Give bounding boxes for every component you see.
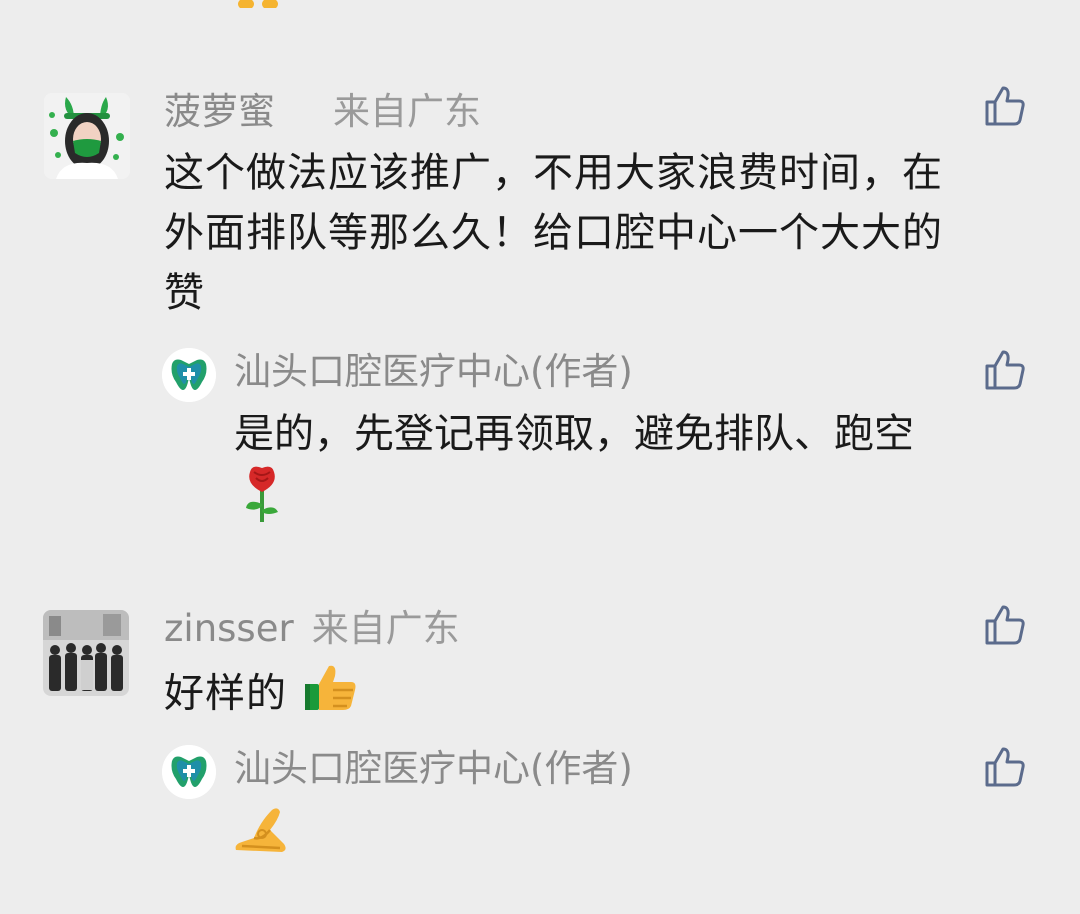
thumbs-up-outline-icon xyxy=(985,86,1025,126)
dental-center-logo-icon xyxy=(162,745,216,799)
commenter-avatar[interactable] xyxy=(43,610,129,696)
author-avatar[interactable] xyxy=(162,745,216,799)
commenter-location: 来自广东 xyxy=(333,90,481,133)
previous-comment-emoji-partial xyxy=(232,0,286,8)
commenter-name[interactable]: zinsser xyxy=(164,607,294,650)
comment-header: zinsser 来自广东 xyxy=(164,607,460,651)
comment-text-line: 这个做法应该推广，不用大家浪费时间，在 xyxy=(164,150,943,196)
thumbs-up-emoji xyxy=(303,660,359,731)
reply-like-button[interactable] xyxy=(983,348,1027,392)
commenter-avatar[interactable] xyxy=(44,93,130,179)
thumbs-up-outline-icon xyxy=(985,605,1025,645)
reply-author-name[interactable]: 汕头口腔医疗中心(作者) xyxy=(234,350,633,394)
ok-hand-emoji xyxy=(232,804,290,856)
comment-text: 好样的 xyxy=(164,660,359,731)
rose-emoji xyxy=(240,464,284,524)
thumbs-up-outline-icon xyxy=(985,747,1025,787)
commenter-location: 来自广东 xyxy=(311,607,460,650)
author-avatar[interactable] xyxy=(162,348,216,402)
green-bunny-ears-avatar-icon xyxy=(44,93,130,179)
comment-text-line: 外面排队等那么久！给口腔中心一个大大的 xyxy=(164,210,943,256)
comment-text-content: 好样的 xyxy=(164,670,287,717)
like-button[interactable] xyxy=(983,603,1027,647)
reply-text: 是的，先登记再领取，避免排队、跑空 xyxy=(234,411,914,457)
comment-text: 这个做法应该推广，不用大家浪费时间，在 外面排队等那么久！给口腔中心一个大大的 … xyxy=(164,143,1034,323)
reply-author-name[interactable]: 汕头口腔医疗中心(作者) xyxy=(234,747,633,791)
comment-text-line: 赞 xyxy=(164,270,205,316)
dental-center-logo-icon xyxy=(162,348,216,402)
like-button[interactable] xyxy=(983,84,1027,128)
group-photo-avatar-icon xyxy=(43,610,129,696)
comment-header: 菠萝蜜 来自广东 xyxy=(164,90,481,134)
commenter-name[interactable]: 菠萝蜜 xyxy=(164,90,275,133)
reply-like-button[interactable] xyxy=(983,745,1027,789)
thumbs-up-outline-icon xyxy=(985,350,1025,390)
